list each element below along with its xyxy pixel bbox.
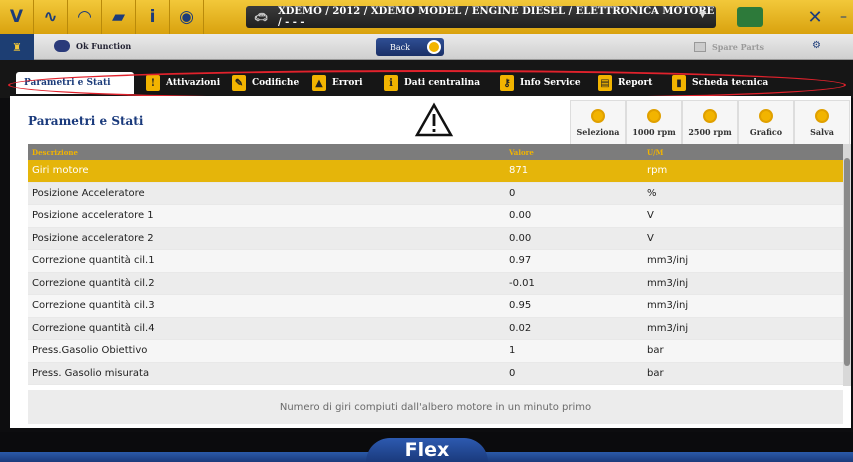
tab-label: Codifiche [252, 78, 300, 88]
page-title: Parametri e Stati [28, 114, 144, 128]
table-row[interactable]: Posizione acceleratore 1 0.00 V [28, 205, 843, 228]
tool-label: 2500 rpm [688, 126, 732, 137]
1000-rpm-button[interactable]: 1000 rpm [626, 100, 682, 144]
minimize-icon[interactable]: – [834, 0, 853, 34]
tool-label: 1000 rpm [632, 126, 676, 137]
tab-label: Info Service [520, 78, 581, 88]
main-panel: Parametri e Stati Seleziona 1000 rpm 250… [10, 96, 851, 428]
table-row[interactable]: Posizione acceleratore 2 0.00 V [28, 227, 843, 250]
table-row[interactable]: Correzione quantità cil.1 0.97 mm3/inj [28, 250, 843, 273]
warning-icon: ▲ [312, 75, 326, 91]
book-icon: ▮ [672, 75, 686, 91]
tab-codifiche[interactable]: ✎ Codifiche [232, 72, 299, 94]
seleziona-button[interactable]: Seleziona [570, 100, 626, 144]
tool-label: Grafico [749, 126, 783, 137]
list-icon [591, 108, 605, 123]
tab-label: Errori [332, 78, 363, 88]
tab-label: Report [618, 78, 653, 88]
tab-label: Attivazioni [166, 78, 221, 88]
warning-icon [414, 102, 454, 137]
tab-errori[interactable]: ▲ Errori [312, 72, 363, 94]
ok-function-label: Ok Function [76, 41, 132, 51]
tab-attivazioni[interactable]: ! Attivazioni [146, 72, 220, 94]
table-body: Giri motore 871 rpm Posizione Acceleratore… [28, 160, 843, 385]
function-bar: ♜ Ok Function Back Spare Parts ⚙︎ [0, 34, 853, 60]
table-row[interactable]: Press. Gasolio misurata 0 bar [28, 362, 843, 385]
tab-report[interactable]: ▤ Report [598, 72, 652, 94]
car-icon: 🚗︎ [254, 10, 268, 24]
box-icon [694, 42, 706, 52]
vehicle-path-select[interactable]: 🚗︎ XDEMO / 2012 / XDEMO MODEL / ENGINE D… [246, 6, 716, 28]
app-window: V ∿ ◠ ▰ i ◉ 🚗︎ XDEMO / 2012 / XDEMO MODE… [0, 0, 853, 462]
table-row[interactable]: Press.Gasolio Obiettivo 1 bar [28, 340, 843, 363]
activation-icon: ! [146, 75, 160, 91]
back-arrow-icon [427, 40, 441, 54]
home-icon[interactable]: ♜ [0, 34, 34, 60]
spare-parts-button[interactable]: Spare Parts [694, 42, 764, 52]
globe-icon[interactable]: ◉ [170, 0, 204, 34]
tab-label: Scheda tecnica [692, 78, 769, 88]
spare-parts-label: Spare Parts [712, 42, 765, 52]
table-row[interactable]: Giri motore 871 rpm [28, 160, 843, 183]
folder-icon[interactable]: ▰ [102, 0, 136, 34]
grafico-button[interactable]: Grafico [738, 100, 794, 144]
tools-icon[interactable]: ✕ [800, 0, 830, 34]
tab-parametri-e-stati[interactable]: Parametri e Stati [16, 72, 134, 94]
tab-scheda-tecnica[interactable]: ▮ Scheda tecnica [672, 72, 768, 94]
brand-logo: Flex [366, 438, 488, 462]
table-row[interactable]: Correzione quantità cil.2 -0.01 mm3/inj [28, 272, 843, 295]
2500-rpm-button[interactable]: 2500 rpm [682, 100, 738, 144]
back-button[interactable]: Back [376, 38, 444, 56]
ok-function-button[interactable]: Ok Function [54, 40, 131, 52]
tool-label: Seleziona [576, 126, 620, 137]
device-icon[interactable] [730, 0, 770, 34]
table-row[interactable]: Correzione quantità cil.3 0.95 mm3/inj [28, 295, 843, 318]
tab-info-service[interactable]: ⚷ Info Service [500, 72, 581, 94]
gauge-icon [647, 108, 661, 123]
column-header-value: Valore [509, 147, 534, 157]
vehicle-select-icon[interactable]: V [0, 0, 34, 34]
salva-button[interactable]: Salva [794, 100, 850, 144]
gauge-icon [703, 108, 717, 123]
table-row[interactable]: Correzione quantità cil.4 0.02 mm3/inj [28, 317, 843, 340]
settings-icon[interactable]: ⚙︎ [812, 40, 821, 51]
table-header: Descrizione Valore U/M [28, 144, 843, 160]
tab-bar: Parametri e Stati ! Attivazioni ✎ Codifi… [0, 60, 853, 98]
report-icon: ▤ [598, 75, 612, 91]
vehicle-path-label: XDEMO / 2012 / XDEMO MODEL / ENGINE DIES… [277, 6, 715, 28]
toolbox: Seleziona 1000 rpm 2500 rpm Grafico Salv… [570, 100, 850, 144]
chevron-down-icon: ▼ [699, 10, 706, 20]
tool-label: Salva [810, 126, 834, 137]
save-icon [815, 108, 829, 123]
tab-dati-centralina[interactable]: i Dati centralina [384, 72, 480, 94]
info-icon: i [384, 75, 398, 91]
parameter-description: Numero di giri compiuti dall'albero moto… [28, 390, 843, 424]
car-key-icon [54, 40, 70, 52]
info-icon[interactable]: i [136, 0, 170, 34]
gauge-icon[interactable]: ◠ [68, 0, 102, 34]
back-label: Back [390, 42, 410, 52]
chart-icon [759, 108, 773, 123]
key-icon: ⚷ [500, 75, 514, 91]
parameters-table: Descrizione Valore U/M Giri motore 871 rpm… [28, 144, 843, 385]
scrollbar-thumb[interactable] [844, 158, 850, 366]
signal-icon[interactable]: ∿ [34, 0, 68, 34]
wrench-icon: ✎ [232, 75, 246, 91]
tab-label: Parametri e Stati [24, 78, 111, 88]
column-header-description: Descrizione [32, 147, 78, 157]
column-header-unit: U/M [647, 147, 664, 157]
tab-label: Dati centralina [404, 78, 481, 88]
table-row[interactable]: Posizione Acceleratore 0% [28, 182, 843, 205]
table-scrollbar[interactable] [843, 144, 851, 386]
